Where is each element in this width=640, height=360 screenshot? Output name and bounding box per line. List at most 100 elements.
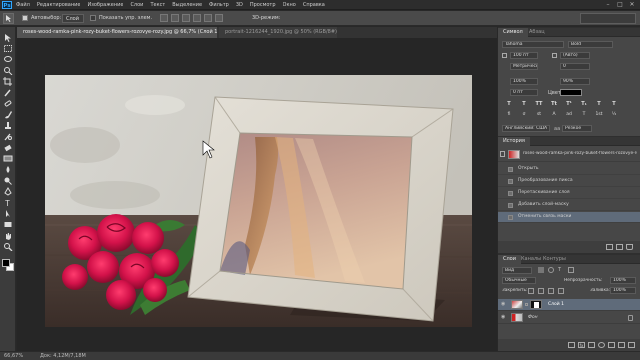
gradient-icon[interactable] bbox=[3, 154, 13, 163]
maximize-icon[interactable]: □ bbox=[615, 1, 625, 9]
tab-paths[interactable]: Контуры bbox=[538, 255, 571, 264]
eyedropper-icon[interactable] bbox=[3, 88, 13, 97]
chain-link-icon[interactable] bbox=[525, 303, 528, 306]
menu-item[interactable]: Просмотр bbox=[250, 2, 276, 8]
menu-item[interactable]: Фильтр bbox=[209, 2, 229, 8]
font-family-select[interactable]: Tahoma bbox=[502, 41, 564, 48]
opentype-button[interactable]: A bbox=[549, 112, 559, 117]
app-logo[interactable]: Ps bbox=[2, 1, 12, 9]
autoselect-checkbox[interactable] bbox=[22, 15, 28, 21]
blend-mode-select[interactable]: Обычные bbox=[502, 277, 536, 284]
history-item[interactable]: Добавить слой-маску bbox=[498, 200, 640, 211]
path-select-icon[interactable] bbox=[3, 209, 13, 218]
history-brush-icon[interactable] bbox=[3, 132, 13, 141]
type-style-button[interactable]: TT bbox=[534, 101, 544, 107]
minimize-icon[interactable]: – bbox=[603, 1, 613, 9]
menu-item[interactable]: Редактирование bbox=[37, 2, 81, 8]
align-top-icon[interactable] bbox=[160, 14, 168, 22]
move-tool-preset-icon[interactable] bbox=[3, 13, 14, 24]
filter-adjustment-icon[interactable] bbox=[548, 267, 554, 273]
add-mask-icon[interactable] bbox=[588, 342, 595, 348]
zoom-level[interactable]: 66,67% bbox=[4, 352, 23, 360]
eye-icon[interactable]: ◉ bbox=[501, 315, 507, 320]
font-size-field[interactable]: 100 пт bbox=[510, 52, 538, 59]
tracking-field[interactable]: 0 bbox=[560, 63, 590, 70]
type-style-button[interactable]: T bbox=[519, 101, 529, 107]
marquee-icon[interactable] bbox=[3, 44, 13, 53]
new-snapshot-icon[interactable] bbox=[606, 244, 613, 250]
menu-item[interactable]: Справка bbox=[303, 2, 325, 8]
lock-pixels-icon[interactable] bbox=[538, 288, 544, 294]
horizontal-scale-field[interactable]: 90% bbox=[560, 78, 590, 85]
history-snapshot[interactable]: roses-wood-ramka-pink-rozy-buket-flowers… bbox=[498, 148, 640, 162]
new-group-icon[interactable] bbox=[608, 342, 615, 348]
type-icon[interactable]: T bbox=[3, 198, 13, 207]
eraser-icon[interactable] bbox=[3, 143, 13, 152]
rectangle-icon[interactable] bbox=[3, 220, 13, 229]
menu-item[interactable]: Текст bbox=[150, 2, 165, 8]
hand-icon[interactable] bbox=[3, 231, 13, 240]
menu-item[interactable]: Слои bbox=[130, 2, 143, 8]
new-layer-icon[interactable] bbox=[618, 342, 625, 348]
tab-history[interactable]: История bbox=[498, 137, 530, 146]
close-icon[interactable]: ✕ bbox=[627, 1, 637, 9]
font-style-select[interactable]: Bold bbox=[568, 41, 613, 48]
menu-item[interactable]: Изображение bbox=[87, 2, 123, 8]
move-icon[interactable] bbox=[3, 33, 13, 42]
autoselect-dropdown[interactable]: Слой bbox=[62, 14, 84, 23]
quick-select-icon[interactable] bbox=[3, 66, 13, 75]
blur-icon[interactable] bbox=[3, 165, 13, 174]
brush-icon[interactable] bbox=[3, 110, 13, 119]
type-style-button[interactable]: T¹ bbox=[564, 101, 574, 107]
opentype-button[interactable]: σ bbox=[519, 112, 529, 117]
language-select[interactable]: Английский: США bbox=[502, 125, 550, 132]
tab-paragraph[interactable]: Абзац bbox=[524, 28, 550, 37]
type-style-button[interactable]: Tt bbox=[549, 101, 559, 107]
workspace-switcher[interactable] bbox=[580, 13, 636, 24]
align-vcenter-icon[interactable] bbox=[171, 14, 179, 22]
type-style-button[interactable]: T bbox=[609, 101, 619, 107]
tab-roses-document[interactable]: roses-wood-ramka-pink-rozy-buket-flowers… bbox=[17, 27, 217, 38]
type-style-button[interactable]: T bbox=[504, 101, 514, 107]
lock-position-icon[interactable] bbox=[548, 288, 554, 294]
opentype-button[interactable]: ½ bbox=[609, 112, 619, 117]
align-bottom-icon[interactable] bbox=[182, 14, 190, 22]
foreground-color-swatch[interactable] bbox=[2, 259, 10, 267]
history-item[interactable]: Открыть bbox=[498, 164, 640, 175]
antialias-select[interactable]: Резкое bbox=[562, 125, 592, 132]
filter-type-icon[interactable]: T bbox=[558, 267, 564, 273]
menu-item[interactable]: Выделение bbox=[172, 2, 202, 8]
fill-field[interactable]: 100% bbox=[610, 287, 636, 294]
align-hcenter-icon[interactable] bbox=[204, 14, 212, 22]
document-image[interactable] bbox=[45, 75, 472, 327]
history-item[interactable]: Отменить связь маски bbox=[498, 212, 640, 223]
menu-item[interactable]: 3D bbox=[236, 2, 243, 8]
opentype-button[interactable]: st bbox=[534, 112, 544, 117]
layer-name[interactable]: Фон bbox=[528, 312, 538, 323]
dodge-icon[interactable] bbox=[3, 176, 13, 185]
lock-all-icon[interactable] bbox=[558, 288, 564, 294]
layer-row-background[interactable]: ◉ Фон bbox=[498, 312, 640, 324]
eye-icon[interactable]: ◉ bbox=[501, 302, 507, 307]
opentype-button[interactable]: fi bbox=[504, 112, 514, 117]
opentype-button[interactable]: T bbox=[579, 112, 589, 117]
link-layers-icon[interactable] bbox=[568, 342, 575, 348]
kerning-field[interactable]: Метрические bbox=[510, 63, 538, 70]
pen-icon[interactable] bbox=[3, 187, 13, 196]
adjustment-layer-icon[interactable] bbox=[598, 342, 605, 348]
type-style-button[interactable]: T bbox=[594, 101, 604, 107]
opacity-field[interactable]: 100% bbox=[610, 277, 636, 284]
delete-layer-icon[interactable] bbox=[628, 342, 635, 348]
baseline-shift-field[interactable]: 0 пт bbox=[510, 89, 538, 96]
filter-pixel-icon[interactable] bbox=[538, 267, 544, 273]
opentype-button[interactable]: 1st bbox=[594, 112, 604, 117]
tab-portrait-document[interactable]: portrait-1216244_1920.jpg @ 50% (RGB/8#)… bbox=[219, 27, 337, 38]
history-item[interactable]: Преобразование пикса bbox=[498, 176, 640, 187]
leading-field[interactable]: (Авто) bbox=[560, 52, 590, 59]
show-controls-checkbox[interactable] bbox=[90, 15, 96, 21]
lock-transparency-icon[interactable] bbox=[528, 288, 534, 294]
menu-item[interactable]: Файл bbox=[16, 2, 30, 8]
align-left-icon[interactable] bbox=[193, 14, 201, 22]
layer-name[interactable]: Слой 1 bbox=[548, 299, 564, 310]
lasso-icon[interactable] bbox=[3, 55, 13, 64]
